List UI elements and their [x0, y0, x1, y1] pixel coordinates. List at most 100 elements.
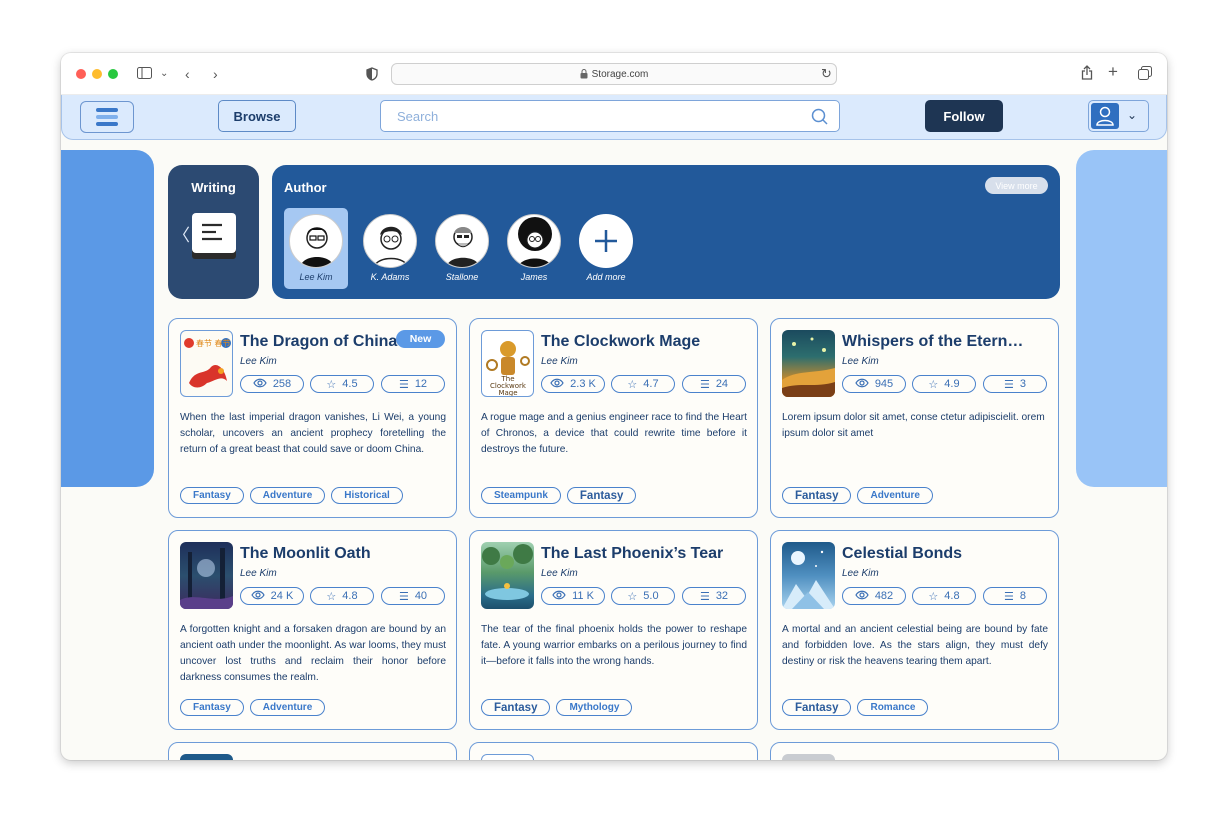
star-icon: ☆ — [326, 590, 337, 603]
book-author[interactable]: Lee Kim — [541, 568, 578, 579]
author-avatar — [363, 214, 417, 268]
book-card[interactable] — [770, 742, 1059, 760]
tag-steampunk[interactable]: Steampunk — [481, 487, 561, 504]
browse-button[interactable]: Browse — [218, 100, 296, 132]
book-title[interactable]: The Last Phoenix’s Tear — [541, 545, 723, 563]
book-cover — [782, 330, 835, 397]
tag-fantasy[interactable]: Fantasy — [180, 487, 244, 504]
menu-button[interactable] — [80, 101, 134, 133]
chevron-down-icon: ⌄ — [1127, 108, 1138, 122]
writing-title: Writing — [191, 180, 236, 195]
new-tab-icon[interactable]: + — [1108, 63, 1118, 80]
book-title[interactable]: Whispers of the Etern… — [842, 333, 1023, 351]
book-author[interactable]: Lee Kim — [240, 568, 277, 579]
chapters-stat: ☰ 8 — [983, 587, 1047, 605]
author-name: Add more — [586, 272, 626, 282]
rating-stat: ☆ 4.8 — [912, 587, 976, 605]
tag-mythology[interactable]: Mythology — [556, 699, 633, 716]
list-icon: ☰ — [1004, 378, 1014, 391]
svg-text:Mage: Mage — [498, 389, 517, 397]
author-item-lee-kim[interactable]: Lee Kim — [284, 208, 348, 289]
book-cover — [481, 754, 534, 760]
reload-icon[interactable]: ↻ — [821, 66, 832, 82]
minimize-window-button[interactable] — [92, 69, 102, 79]
eye-icon — [253, 378, 267, 391]
forward-icon[interactable]: › — [213, 66, 218, 82]
chevron-down-icon[interactable]: ⌄ — [160, 66, 168, 82]
list-icon: ☰ — [1004, 590, 1014, 603]
tag-fantasy[interactable]: Fantasy — [782, 699, 852, 716]
book-title[interactable]: Celestial Bonds — [842, 545, 962, 563]
book-card[interactable]: The Clockwork Mage The Clockwork Mage Lee … — [469, 318, 758, 518]
list-icon: ☰ — [699, 378, 710, 391]
shield-icon[interactable] — [366, 67, 378, 84]
browser-toolbar: ⌄ ‹ › Storage.com ↻ + — [61, 53, 1167, 95]
author-item-stallone[interactable]: Stallone — [430, 208, 494, 289]
book-card[interactable]: Whispers of the Etern… Lee Kim 945 ☆ 4.9 … — [770, 318, 1059, 518]
views-count: 945 — [874, 378, 894, 390]
lock-icon — [580, 69, 588, 79]
tag-fantasy[interactable]: Fantasy — [566, 487, 637, 504]
tag-historical[interactable]: Historical — [331, 487, 403, 504]
search-icon[interactable] — [811, 108, 829, 126]
chapters-stat: ☰ 3 — [983, 375, 1047, 393]
follow-button[interactable]: Follow — [925, 100, 1003, 132]
views-count: 11 K — [572, 590, 594, 602]
book-title[interactable]: The Moonlit Oath — [240, 545, 371, 563]
tag-adventure[interactable]: Adventure — [249, 699, 326, 716]
close-window-button[interactable] — [76, 69, 86, 79]
writing-category[interactable]: Writing 〈 — [168, 165, 259, 299]
tag-adventure[interactable]: Adventure — [249, 487, 326, 504]
tag-fantasy[interactable]: Fantasy — [180, 699, 244, 716]
zoom-window-button[interactable] — [108, 69, 118, 79]
book-cover — [180, 542, 233, 609]
left-side-panel[interactable] — [61, 150, 154, 487]
book-author[interactable]: Lee Kim — [842, 568, 879, 579]
book-description: Lorem ipsum dolor sit amet, conse ctetur… — [782, 412, 1045, 439]
chevron-left-icon[interactable]: 〈 — [173, 221, 190, 246]
views-count: 482 — [874, 590, 894, 602]
add-author-button[interactable]: Add more — [574, 208, 638, 289]
search-placeholder: Search — [397, 108, 439, 124]
svg-text:春节 春节: 春节 春节 — [196, 338, 231, 348]
book-author[interactable]: Lee Kim — [842, 356, 879, 367]
author-item-k-adams[interactable]: K. Adams — [358, 208, 422, 289]
share-icon[interactable] — [1081, 65, 1093, 83]
rating-value: 5.0 — [643, 590, 659, 602]
rating-value: 4.8 — [944, 590, 960, 602]
book-card[interactable]: The Moonlit Oath Lee Kim 24 K ☆ 4.8 ☰ 40 A… — [168, 530, 457, 730]
book-author[interactable]: Lee Kim — [541, 356, 578, 367]
search-input[interactable]: Search — [380, 100, 840, 132]
author-name: Stallone — [445, 272, 479, 282]
book-author[interactable]: Lee Kim — [240, 356, 277, 367]
book-card[interactable] — [469, 742, 758, 760]
author-panel-title: Author — [284, 180, 327, 195]
right-side-panel[interactable] — [1076, 150, 1167, 487]
tag-adventure[interactable]: Adventure — [857, 487, 933, 504]
book-cover: 春节 春节 — [180, 330, 233, 397]
book-card[interactable]: 春节 春节 The Dragon of China New Lee Kim 25… — [168, 318, 457, 518]
chapters-stat: ☰ 40 — [381, 587, 445, 605]
rating-value: 4.7 — [643, 378, 659, 390]
eye-icon — [855, 378, 869, 391]
views-stat: 482 — [842, 587, 906, 605]
views-stat: 945 — [842, 375, 906, 393]
book-card[interactable]: The Last Phoenix’s Tear Lee Kim 11 K ☆ 5.… — [469, 530, 758, 730]
book-title[interactable]: The Clockwork Mage — [541, 333, 700, 351]
book-card[interactable] — [168, 742, 457, 760]
book-card[interactable]: Celestial Bonds Lee Kim 482 ☆ 4.8 ☰ 8 A mo… — [770, 530, 1059, 730]
rating-stat: ☆ 4.9 — [912, 375, 976, 393]
book-title[interactable]: The Dragon of China — [240, 333, 397, 351]
author-item-james[interactable]: James — [502, 208, 566, 289]
book-cover: The Clockwork Mage — [481, 330, 534, 397]
sidebar-toggle-icon[interactable] — [137, 66, 152, 82]
tag-fantasy[interactable]: Fantasy — [782, 487, 852, 504]
view-more-button[interactable]: View more — [985, 177, 1048, 194]
tabs-overview-icon[interactable] — [1138, 66, 1152, 83]
back-icon[interactable]: ‹ — [185, 66, 190, 82]
tag-fantasy[interactable]: Fantasy — [481, 699, 551, 716]
book-cover — [180, 754, 233, 760]
address-bar[interactable]: Storage.com — [391, 63, 837, 85]
user-menu[interactable]: ⌄ — [1088, 100, 1149, 132]
tag-romance[interactable]: Romance — [857, 699, 929, 716]
